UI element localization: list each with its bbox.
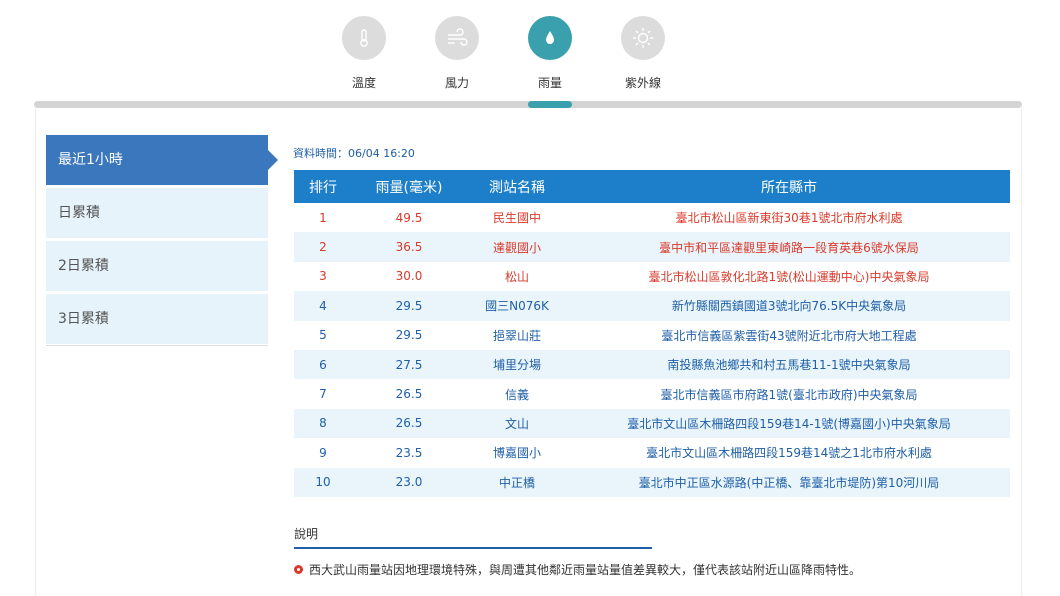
col-rainfall-header: 雨量(毫米) (352, 170, 466, 203)
rainfall-cell: 29.5 (395, 328, 423, 343)
table-row: 9 23.5 博嘉國小 臺北市文山區木柵路四段159巷14號之1北市府水利處 (294, 438, 1010, 467)
rank-cell: 2 (294, 232, 352, 262)
sidebar-item-label: 日累積 (58, 205, 100, 221)
station-cell: 中正橋 (466, 467, 568, 497)
table-row: 4 29.5 國三N076K 新竹縣關西鎮國道3號北向76.5K中央氣象局 (294, 291, 1010, 321)
rainfall-cell: 23.5 (395, 445, 423, 460)
location-cell: 臺北市松山區新東街30巷1號北市府水利處 (675, 211, 903, 226)
station-cell: 達觀國小 (466, 232, 568, 262)
rainfall-cell: 26.5 (352, 408, 466, 439)
station-cell: 埔里分場 (466, 349, 568, 380)
location-cell: 臺北市信義區紫雲街43號附近北市府大地工程處 (661, 328, 917, 343)
col-rank-header: 排行 (294, 170, 352, 203)
tab-label: 風力 (444, 76, 469, 90)
rank-cell: 7 (319, 387, 327, 402)
wind-icon (435, 16, 479, 60)
rainfall-cell: 27.5 (352, 349, 466, 380)
sun-uv-icon (621, 16, 665, 60)
raindrop-icon (528, 16, 572, 60)
tab-temperature[interactable]: 溫度 (324, 16, 404, 91)
tab-rainfall[interactable]: 雨量 (510, 16, 590, 91)
location-cell: 新竹縣關西鎮國道3號北向76.5K中央氣象局 (568, 291, 1010, 321)
location-cell: 臺北市信義區市府路1號(臺北市政府)中央氣象局 (660, 387, 918, 402)
rank-cell: 6 (294, 349, 352, 380)
note-title: 說明 (294, 527, 319, 541)
table-header-row: 排行 雨量(毫米) 測站名稱 所在縣市 (294, 170, 1010, 203)
location-cell: 臺中市和平區達觀里東崎路一段育英巷6號水保局 (568, 232, 1010, 262)
note-text: 西大武山雨量站因地理環境特殊，與周遭其他鄰近雨量站量值差異較大，僅代表該站附近山… (309, 563, 862, 577)
tab-label: 溫度 (351, 76, 376, 90)
rainfall-cell: 49.5 (395, 210, 423, 225)
location-cell: 南投縣魚池鄉共和村五馬巷11-1號中央氣象局 (568, 349, 1010, 380)
tab-slider-indicator (528, 101, 572, 108)
bullet-icon (294, 565, 303, 574)
rank-cell: 9 (319, 445, 327, 460)
rank-cell: 1 (319, 210, 327, 225)
table-row: 1 49.5 民生國中 臺北市松山區新東街30巷1號北市府水利處 (294, 203, 1010, 232)
rainfall-cell: 29.5 (352, 291, 466, 321)
location-cell: 臺北市文山區木柵路四段159巷14-1號(博嘉國小)中央氣象局 (568, 408, 1010, 439)
category-tabs: 溫度 風力 雨量 紫外線 (0, 16, 1060, 96)
sidebar: 最近1小時 日累積 2日累積 3日累積 (46, 135, 278, 346)
station-cell: 信義 (504, 387, 529, 402)
location-cell: 臺北市松山區敦化北路1號(松山運動中心)中央氣象局 (648, 269, 930, 284)
sidebar-item-last-hour[interactable]: 最近1小時 (46, 135, 278, 185)
table-row: 8 26.5 文山 臺北市文山區木柵路四段159巷14-1號(博嘉國小)中央氣象局 (294, 408, 1010, 439)
active-arrow-icon (268, 150, 278, 170)
sidebar-item-label: 2日累積 (58, 258, 109, 274)
sidebar-item-label: 3日累積 (58, 311, 109, 327)
data-timestamp: 資料時間：06/04 16:20 (293, 147, 415, 160)
thermometer-icon (342, 16, 386, 60)
tab-label: 紫外線 (624, 76, 661, 90)
table-row: 3 30.0 松山 臺北市松山區敦化北路1號(松山運動中心)中央氣象局 (294, 262, 1010, 291)
table-row: 10 23.0 中正橋 臺北市中正區水源路(中正橋、靠臺北市堤防)第10河川局 (294, 467, 1010, 497)
tab-label: 雨量 (537, 76, 562, 90)
station-cell: 博嘉國小 (492, 446, 541, 461)
table-row: 2 36.5 達觀國小 臺中市和平區達觀里東崎路一段育英巷6號水保局 (294, 232, 1010, 262)
col-station-header: 測站名稱 (466, 170, 568, 203)
sidebar-item-daily[interactable]: 日累積 (46, 188, 268, 238)
rank-cell: 8 (294, 408, 352, 439)
rank-cell: 4 (294, 291, 352, 321)
note-item: 西大武山雨量站因地理環境特殊，與周遭其他鄰近雨量站量值差異較大，僅代表該站附近山… (294, 561, 861, 578)
rainfall-ranking-table: 排行 雨量(毫米) 測站名稱 所在縣市 1 49.5 民生國中 臺北市松山區新東街30… (294, 170, 1010, 497)
sidebar-item-3day[interactable]: 3日累積 (46, 294, 268, 344)
station-cell: 松山 (504, 269, 529, 284)
station-cell: 挹翠山莊 (492, 328, 541, 343)
tab-wind[interactable]: 風力 (417, 16, 497, 91)
station-cell: 民生國中 (492, 211, 541, 226)
col-location-header: 所在縣市 (568, 170, 1010, 203)
note-divider (294, 547, 652, 549)
rainfall-cell: 30.0 (395, 269, 423, 284)
sidebar-divider (46, 345, 268, 346)
location-cell: 臺北市文山區木柵路四段159巷14號之1北市府水利處 (646, 446, 932, 461)
tab-uv[interactable]: 紫外線 (603, 16, 683, 91)
rainfall-cell: 23.0 (352, 467, 466, 497)
rank-cell: 5 (319, 328, 327, 343)
sidebar-item-label: 最近1小時 (58, 152, 123, 168)
station-cell: 國三N076K (466, 291, 568, 321)
sidebar-item-2day[interactable]: 2日累積 (46, 241, 268, 291)
table-row: 5 29.5 挹翠山莊 臺北市信義區紫雲街43號附近北市府大地工程處 (294, 321, 1010, 350)
rank-cell: 3 (319, 269, 327, 284)
rainfall-cell: 36.5 (352, 232, 466, 262)
location-cell: 臺北市中正區水源路(中正橋、靠臺北市堤防)第10河川局 (568, 467, 1010, 497)
rank-cell: 10 (294, 467, 352, 497)
table-row: 6 27.5 埔里分場 南投縣魚池鄉共和村五馬巷11-1號中央氣象局 (294, 349, 1010, 380)
table-row: 7 26.5 信義 臺北市信義區市府路1號(臺北市政府)中央氣象局 (294, 379, 1010, 408)
rainfall-cell: 26.5 (395, 387, 423, 402)
station-cell: 文山 (466, 408, 568, 439)
